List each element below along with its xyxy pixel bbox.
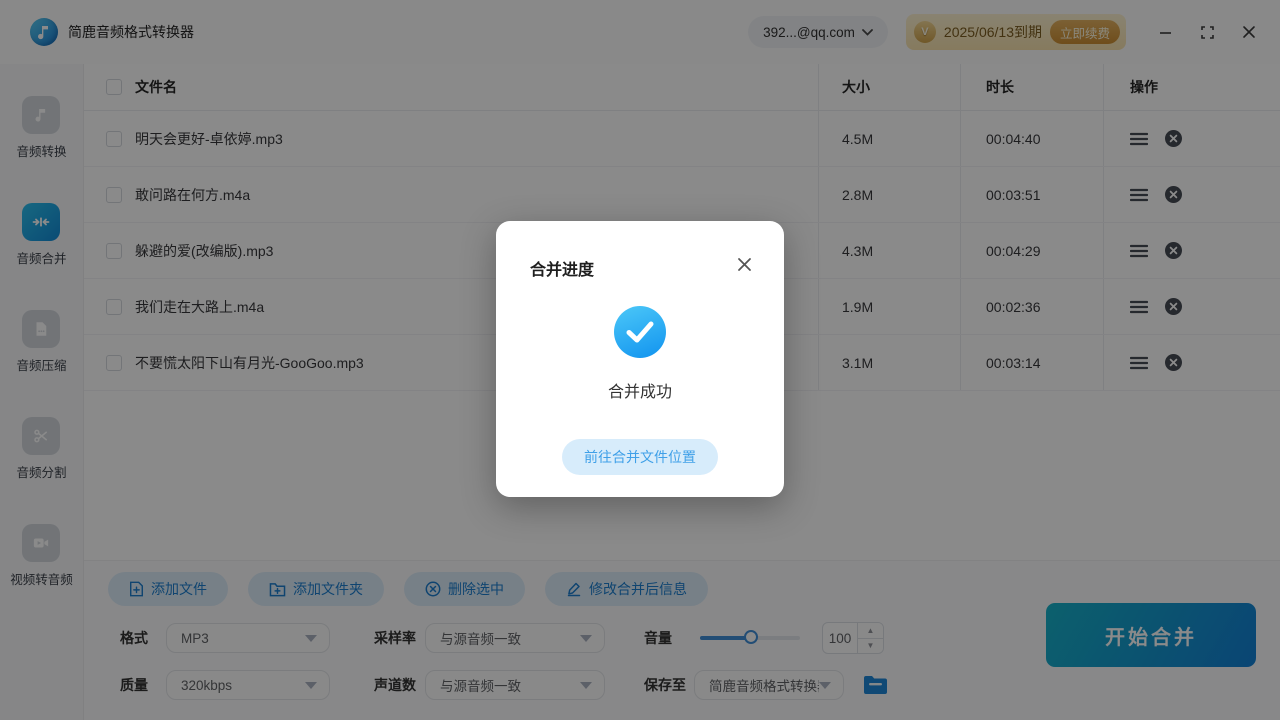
success-check-icon [614,306,666,358]
merge-status-text: 合并成功 [607,384,672,401]
go-to-merged-file-button[interactable]: 前往合并文件位置 [562,439,718,475]
dialog-close-icon[interactable] [737,257,752,272]
merge-progress-dialog: 合并进度 合并成功 前往合并文件位置 [496,221,784,497]
app-window: 简鹿音频格式转换器 392...@qq.com V 2025/06/13到期 立… [0,0,1280,720]
dialog-title: 合并进度 [530,262,595,279]
